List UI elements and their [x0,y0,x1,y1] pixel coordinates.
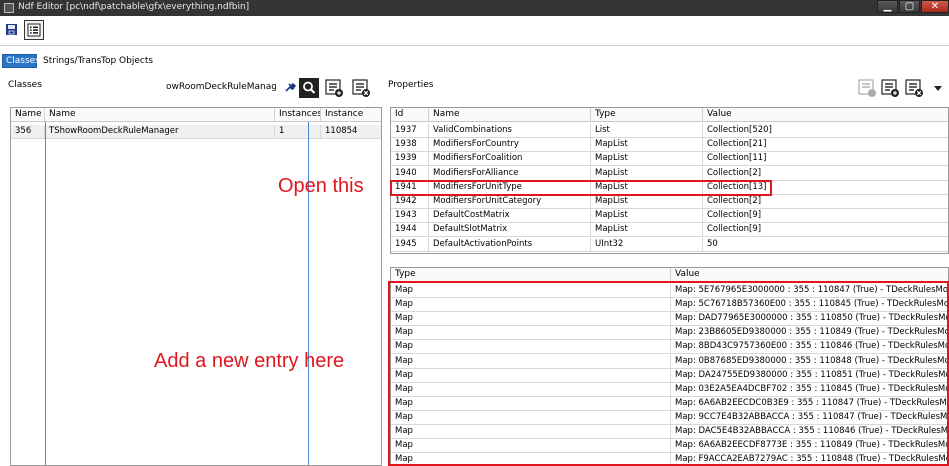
minimize-button[interactable]: ▁ [877,0,898,13]
annotation-highlight-entries [388,281,949,466]
column-guide-line [45,122,46,465]
cell-id: 1938 [391,138,429,153]
cell-value: Collection[9] [703,209,948,224]
floppy-disk-icon[interactable] [2,20,22,40]
column-guide-line [308,122,309,465]
cell-name: ModifiersForCoalition [429,152,591,167]
cell-id: 1942 [391,195,429,209]
cell-id: 1937 [391,124,429,138]
cell-instances: 1 [275,125,321,139]
table-row[interactable]: 356 TShowRoomDeckRuleManager 1 110854 [11,125,381,139]
cell-name: ValidCombinations [429,124,591,138]
column-header-instance[interactable]: Instance [321,108,381,122]
classes-panel-label: Classes [8,80,42,90]
add-object-icon[interactable] [324,78,344,98]
cell-type: MapList [591,166,703,181]
table-row[interactable]: 1940 ModifiersForAlliance MapList Collectio… [391,166,948,181]
cell-type: MapList [591,138,703,153]
cell-type: MapList [591,152,703,167]
search-icon[interactable] [299,78,319,98]
close-button[interactable]: ✕ [921,0,949,13]
cell-value: Collection[2] [703,167,948,181]
cell-id: 1940 [391,166,429,181]
table-row[interactable]: 1942 ModifiersForUnitCategory MapList Colle… [391,195,948,209]
cell-name: DefaultSlotMatrix [429,223,591,238]
dropdown-arrow-icon[interactable] [928,78,948,98]
remove-object-icon[interactable] [351,78,371,98]
cell-type: MapList [591,209,703,224]
cell-value: Collection[520] [703,124,948,138]
tab-top-objects[interactable]: Top Objects [97,54,153,68]
cell-type: UInt32 [591,237,703,252]
cell-name: DefaultActivationPoints [429,237,591,252]
cell-value: Collection[9] [703,223,948,238]
column-header-name[interactable]: Name [45,108,275,122]
annotation-highlight-row [390,180,772,196]
maximize-button[interactable]: ▢ [899,0,920,13]
window-title: Ndf Editor [pc\ndf\patchable\gfx\everyth… [18,2,250,12]
cell-value: Collection[21] [703,138,948,153]
cell-name: ModifiersForCountry [429,138,591,153]
cell-type: MapList [591,223,703,238]
column-header-id[interactable]: Id [391,108,429,122]
column-header-type[interactable]: Type [391,268,671,282]
cell-id: 1944 [391,223,429,238]
annotation-add-entry: Add a new entry here [154,350,345,372]
cell-value: Collection[2] [703,195,948,209]
main-tabs: Classes Strings/Trans Top Objects [0,54,949,68]
tab-classes[interactable]: Classes [2,54,40,68]
table-row[interactable]: 1945 DefaultActivationPoints UInt32 50 [391,237,948,252]
tab-strings-trans[interactable]: Strings/Trans [39,54,101,68]
cell-name: DefaultCostMatrix [429,209,591,224]
cell-type: List [591,124,703,138]
pin-icon[interactable] [281,78,301,98]
cell-type: MapList [591,195,703,209]
table-row[interactable]: 1944 DefaultSlotMatrix MapList Collection[9… [391,223,948,238]
cell-id: 1939 [391,152,429,167]
add-property-icon[interactable] [857,78,877,98]
column-header-instances[interactable]: Instances [275,108,321,122]
cell-name: ModifiersForUnitCategory [429,195,591,209]
cell-name-id: 356 [11,125,45,139]
table-row[interactable]: 1943 DefaultCostMatrix MapList Collection[9… [391,209,948,224]
column-header-value[interactable]: Value [671,268,948,282]
title-bar: Ndf Editor [pc\ndf\patchable\gfx\everyth… [0,0,949,16]
cell-instance: 110854 [321,125,381,139]
remove-object-icon[interactable] [904,78,924,98]
add-object-icon[interactable] [880,78,900,98]
cell-id: 1943 [391,209,429,224]
cell-value: 50 [703,238,948,252]
column-header-name-id[interactable]: Name [11,108,45,122]
cell-class-name: TShowRoomDeckRuleManager [45,125,275,139]
toolbar-divider [0,45,949,46]
column-header-value[interactable]: Value [703,108,948,122]
table-row[interactable]: 1937 ValidCombinations List Collection[520] [391,124,948,138]
table-row[interactable]: 1938 ModifiersForCountry MapList Collection… [391,138,948,153]
classes-grid: Name Name Instances Instance 356 TShowRo… [10,107,382,466]
cell-value: Collection[11] [703,152,948,167]
main-toolbar [0,16,949,46]
annotation-open-this: Open this [278,175,364,197]
column-header-type[interactable]: Type [591,108,703,122]
properties-panel-label: Properties [388,80,434,90]
app-icon [4,3,14,13]
column-header-name[interactable]: Name [429,108,591,122]
class-search-input[interactable] [166,80,276,94]
cell-id: 1945 [391,237,429,252]
list-view-icon[interactable] [24,20,44,40]
cell-name: ModifiersForAlliance [429,166,591,181]
table-row[interactable]: 1939 ModifiersForCoalition MapList Collecti… [391,152,948,167]
